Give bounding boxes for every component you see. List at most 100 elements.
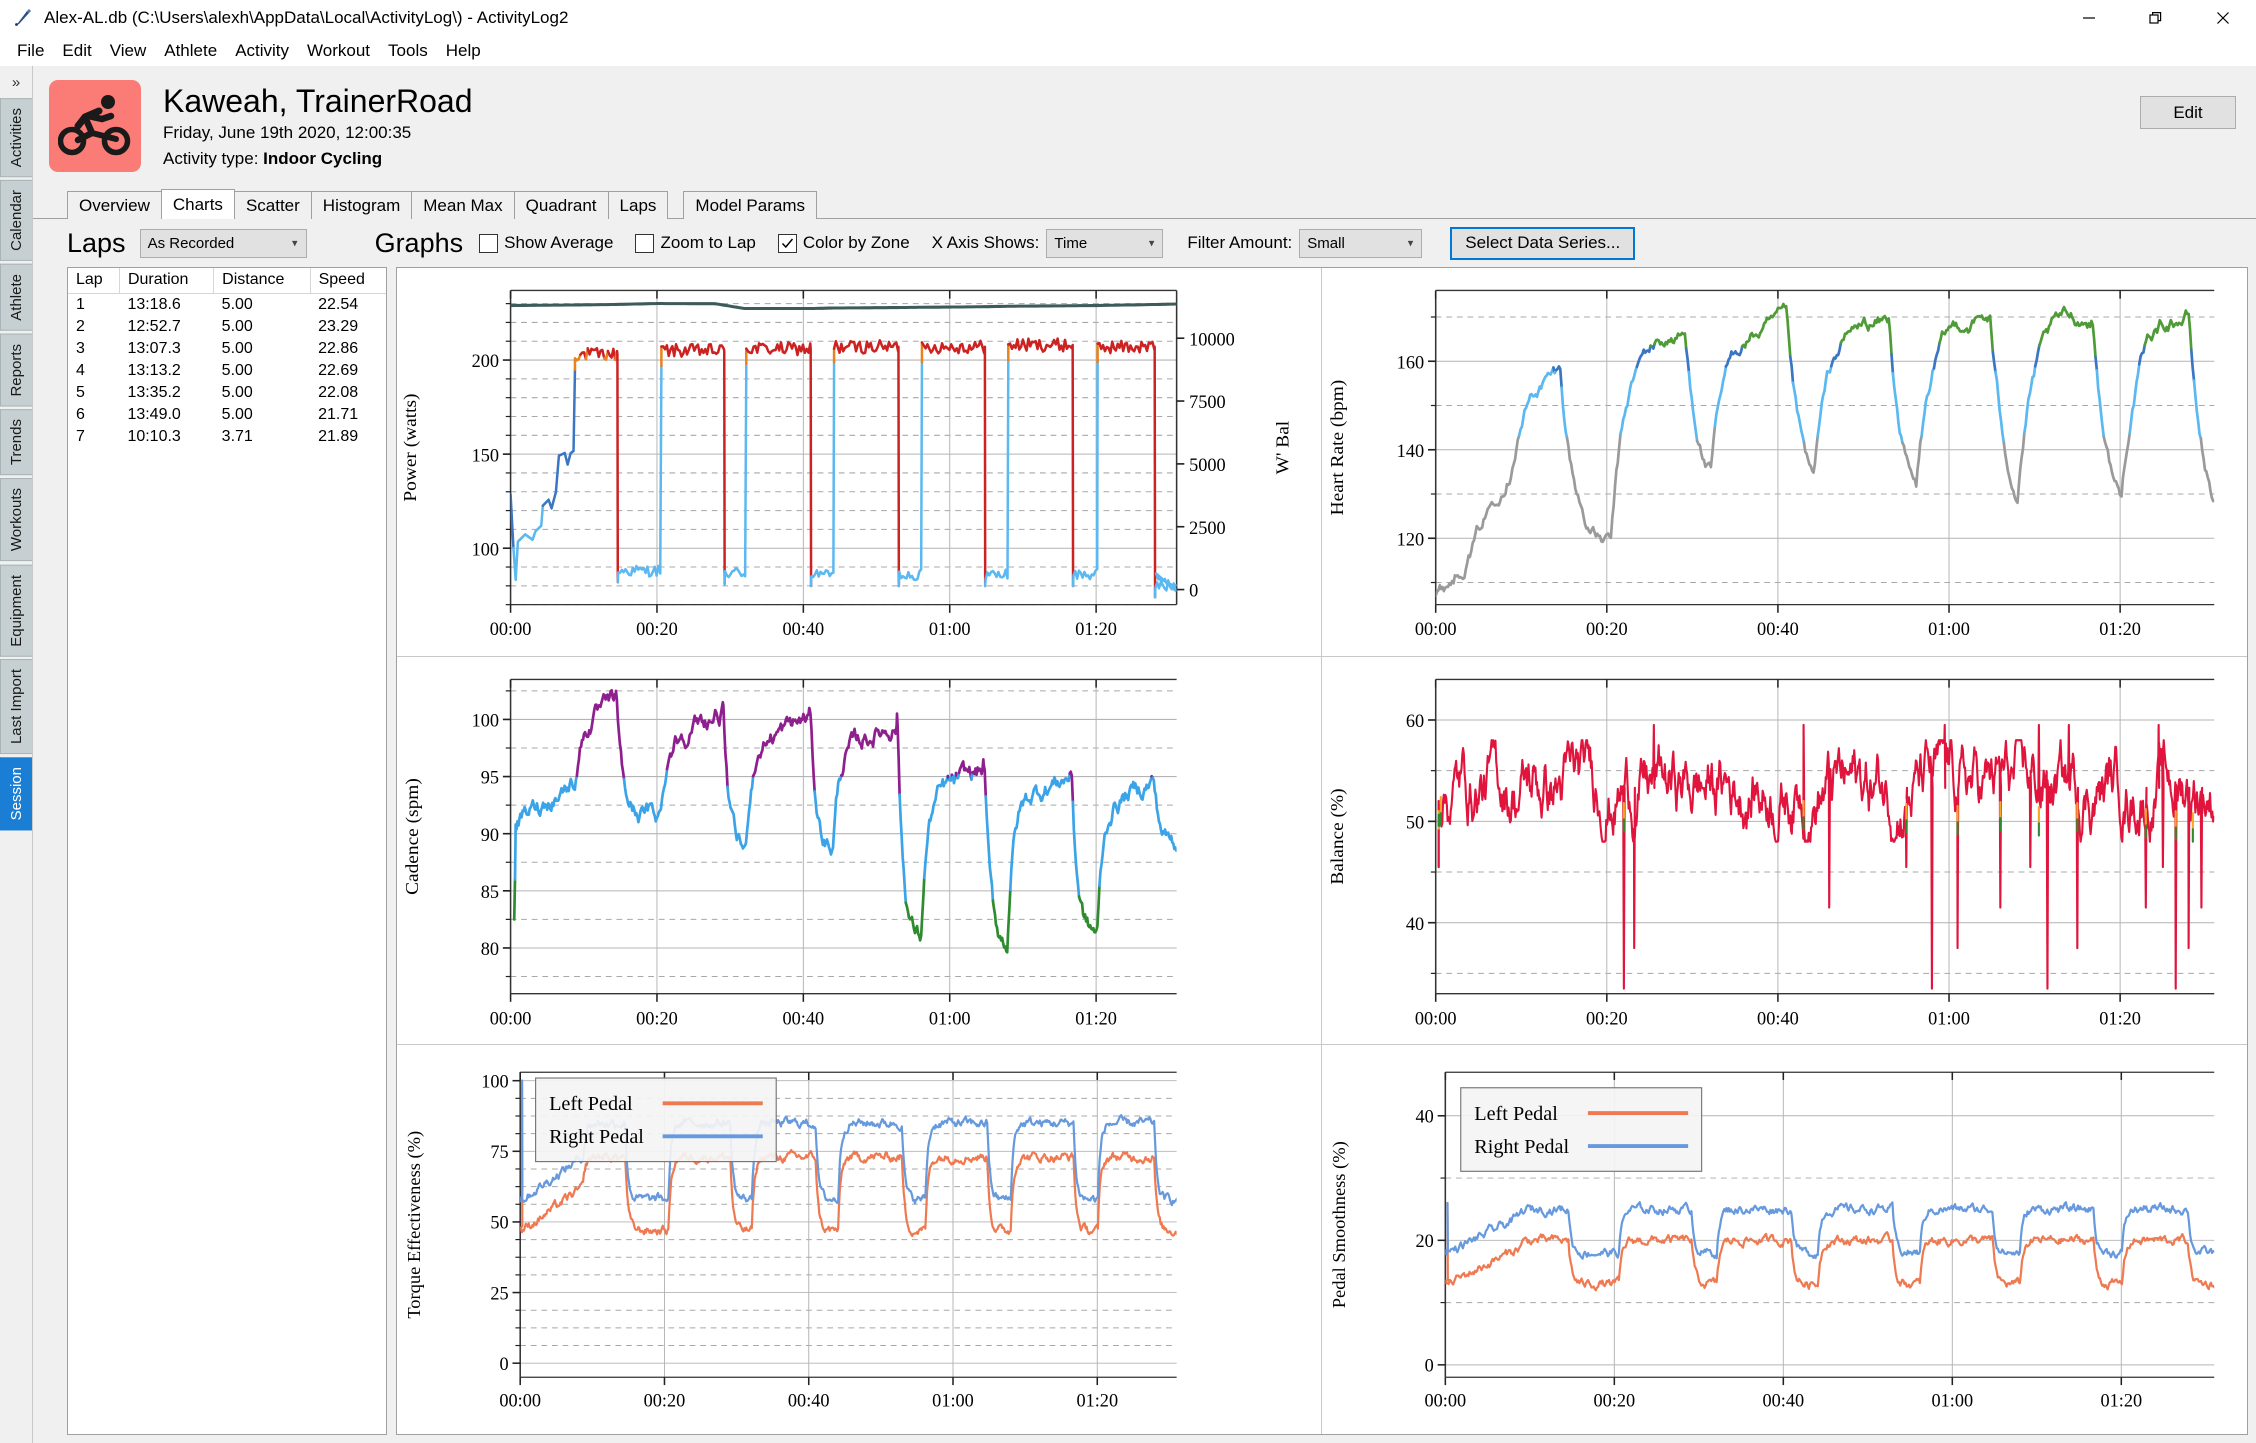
window-title: Alex-AL.db (C:\Users\alexh\AppData\Local… bbox=[44, 8, 568, 28]
table-cell: 13:13.2 bbox=[119, 360, 213, 382]
svg-text:01:00: 01:00 bbox=[929, 1007, 971, 1029]
sidebar-item-athlete[interactable]: Athlete bbox=[0, 264, 32, 331]
minimize-button[interactable] bbox=[2055, 0, 2122, 36]
y-axis-label: Power (watts) bbox=[401, 393, 421, 501]
legend: Left PedalRight Pedal bbox=[536, 1078, 777, 1162]
tab-mean-max[interactable]: Mean Max bbox=[411, 191, 514, 219]
table-row[interactable]: 513:35.25.0022.08 bbox=[68, 382, 386, 404]
edit-button[interactable]: Edit bbox=[2140, 96, 2236, 129]
svg-text:00:00: 00:00 bbox=[490, 619, 532, 641]
tab-scatter[interactable]: Scatter bbox=[234, 191, 312, 219]
svg-text:90: 90 bbox=[481, 824, 499, 846]
cyclist-icon bbox=[58, 92, 132, 161]
chart-pedal-smoothness[interactable]: 0204000:0000:2000:4001:0001:20Pedal Smoo… bbox=[1322, 1045, 2247, 1434]
sidebar-item-calendar[interactable]: Calendar bbox=[0, 180, 32, 261]
svg-text:40: 40 bbox=[1406, 913, 1424, 935]
chart-power[interactable]: 10015020000:0000:2000:4001:0001:20Power … bbox=[397, 268, 1322, 657]
table-cell: 13:49.0 bbox=[119, 404, 213, 426]
sidebar-item-workouts[interactable]: Workouts bbox=[0, 478, 32, 561]
svg-text:100: 100 bbox=[472, 710, 499, 732]
table-cell: 5 bbox=[68, 382, 119, 404]
filter-amount-select[interactable]: Small ▾ bbox=[1299, 229, 1422, 258]
table-row[interactable]: 710:10.33.7121.89 bbox=[68, 426, 386, 448]
tab-quadrant[interactable]: Quadrant bbox=[514, 191, 609, 219]
chart-cadence[interactable]: 8085909510000:0000:2000:4001:0001:20Cade… bbox=[397, 657, 1322, 1046]
svg-text:00:00: 00:00 bbox=[1415, 1007, 1457, 1029]
close-button[interactable] bbox=[2189, 0, 2256, 36]
svg-text:01:20: 01:20 bbox=[1075, 1007, 1117, 1029]
show-average-checkbox[interactable]: Show Average bbox=[479, 233, 613, 253]
sidebar-item-equipment[interactable]: Equipment bbox=[0, 565, 32, 657]
laps-col-speed[interactable]: Speed bbox=[310, 268, 386, 294]
x-axis-value: Time bbox=[1054, 235, 1087, 252]
sidebar-item-label: Equipment bbox=[8, 575, 25, 647]
tab-laps[interactable]: Laps bbox=[608, 191, 669, 219]
laps-col-duration[interactable]: Duration bbox=[119, 268, 213, 294]
sidebar-item-last-import[interactable]: Last Import bbox=[0, 659, 32, 754]
table-cell: 5.00 bbox=[214, 338, 310, 360]
svg-text:25: 25 bbox=[490, 1284, 508, 1304]
tab-histogram[interactable]: Histogram bbox=[311, 191, 412, 219]
zoom-to-lap-checkbox[interactable]: Zoom to Lap bbox=[635, 233, 755, 253]
activity-type: Activity type: Indoor Cycling bbox=[163, 146, 473, 172]
svg-text:100: 100 bbox=[472, 539, 499, 561]
restore-button[interactable] bbox=[2122, 0, 2189, 36]
menu-edit[interactable]: Edit bbox=[53, 39, 100, 63]
sidebar-item-reports[interactable]: Reports bbox=[0, 334, 32, 407]
sidebar-item-activities[interactable]: Activities bbox=[0, 98, 32, 177]
laps-col-distance[interactable]: Distance bbox=[214, 268, 310, 294]
table-row[interactable]: 212:52.75.0023.29 bbox=[68, 316, 386, 338]
menu-file[interactable]: File bbox=[8, 39, 53, 63]
svg-text:00:20: 00:20 bbox=[1593, 1391, 1635, 1411]
tab-overview[interactable]: Overview bbox=[67, 191, 162, 219]
sidebar-item-label: Last Import bbox=[8, 669, 25, 744]
x-axis-select[interactable]: Time ▾ bbox=[1046, 229, 1163, 258]
sidebar-item-session[interactable]: Session bbox=[0, 757, 32, 830]
panes: LapDurationDistanceSpeed 113:18.65.0022.… bbox=[33, 267, 2256, 1443]
table-cell: 2 bbox=[68, 316, 119, 338]
sidebar-item-trends[interactable]: Trends bbox=[0, 409, 32, 475]
table-row[interactable]: 113:18.65.0022.54 bbox=[68, 294, 386, 317]
filter-amount-value: Small bbox=[1307, 235, 1345, 252]
graphs-panel: 10015020000:0000:2000:4001:0001:20Power … bbox=[396, 267, 2248, 1435]
menu-tools[interactable]: Tools bbox=[379, 39, 437, 63]
tab-model-params[interactable]: Model Params bbox=[683, 191, 817, 219]
svg-text:200: 200 bbox=[472, 351, 499, 373]
table-row[interactable]: 613:49.05.0021.71 bbox=[68, 404, 386, 426]
svg-text:0: 0 bbox=[1189, 580, 1198, 602]
sidebar-item-label: Workouts bbox=[8, 488, 25, 551]
svg-text:00:40: 00:40 bbox=[1757, 619, 1799, 641]
torque-effectiveness-chart: 025507510000:0000:2000:4001:0001:20Torqu… bbox=[397, 1045, 1321, 1434]
table-row[interactable]: 413:13.25.0022.69 bbox=[68, 360, 386, 382]
svg-text:0: 0 bbox=[1425, 1356, 1434, 1376]
svg-text:0: 0 bbox=[500, 1354, 509, 1374]
table-cell: 7 bbox=[68, 426, 119, 448]
chart-balance[interactable]: 40506000:0000:2000:4001:0001:20Balance (… bbox=[1322, 657, 2247, 1046]
table-cell: 21.89 bbox=[310, 426, 386, 448]
menu-activity[interactable]: Activity bbox=[226, 39, 298, 63]
svg-text:50: 50 bbox=[1406, 812, 1424, 834]
tab-charts[interactable]: Charts bbox=[161, 189, 235, 219]
legend-label: Left Pedal bbox=[1474, 1103, 1558, 1125]
menu-help[interactable]: Help bbox=[437, 39, 490, 63]
laps-col-lap[interactable]: Lap bbox=[68, 268, 119, 294]
expand-sidebar-icon[interactable]: » bbox=[0, 66, 32, 98]
svg-text:00:20: 00:20 bbox=[1586, 1007, 1628, 1029]
svg-text:00:40: 00:40 bbox=[1757, 1007, 1799, 1029]
chart-heart-rate[interactable]: 12014016000:0000:2000:4001:0001:20Heart … bbox=[1322, 268, 2247, 657]
balance-trace bbox=[1439, 725, 2214, 989]
chart-torque-effectiveness[interactable]: 025507510000:0000:2000:4001:0001:20Torqu… bbox=[397, 1045, 1322, 1434]
color-by-zone-checkbox[interactable]: Color by Zone bbox=[778, 233, 910, 253]
table-cell: 3.71 bbox=[214, 426, 310, 448]
table-cell: 13:18.6 bbox=[119, 294, 213, 317]
table-row[interactable]: 313:07.35.0022.86 bbox=[68, 338, 386, 360]
menu-athlete[interactable]: Athlete bbox=[155, 39, 226, 63]
wbal-trace bbox=[511, 304, 1177, 309]
select-data-series-button[interactable]: Select Data Series... bbox=[1450, 227, 1635, 260]
svg-text:01:00: 01:00 bbox=[932, 1391, 974, 1411]
lap-select[interactable]: As Recorded ▾ bbox=[140, 229, 307, 258]
menu-view[interactable]: View bbox=[101, 39, 156, 63]
pedal-smoothness-chart: 0204000:0000:2000:4001:0001:20Pedal Smoo… bbox=[1322, 1045, 2247, 1434]
laps-panel[interactable]: LapDurationDistanceSpeed 113:18.65.0022.… bbox=[67, 267, 387, 1435]
menu-workout[interactable]: Workout bbox=[298, 39, 379, 63]
